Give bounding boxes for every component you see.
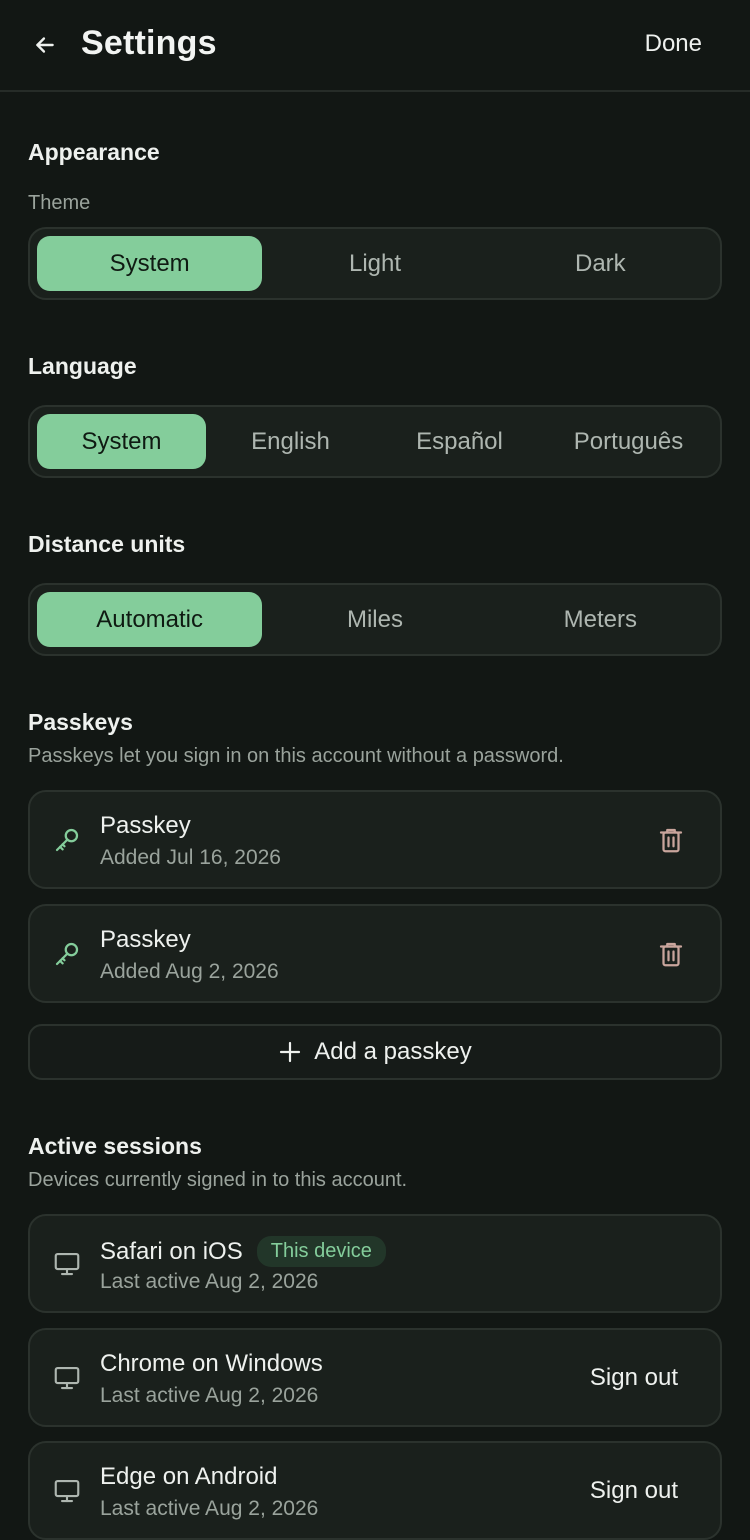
theme-option-system[interactable]: System [37,236,263,291]
sign-out-button[interactable]: Sign out [590,1477,678,1505]
session-last-active: Last active Aug 2, 2026 [100,1497,319,1520]
appearance-section-title: Appearance [28,139,160,165]
this-device-badge: This device [256,1236,386,1267]
distance-option-automatic[interactable]: Automatic [37,592,263,647]
key-icon [55,942,79,965]
language-option-system[interactable]: System [37,414,206,469]
session-device-name: Edge on Android [100,1463,278,1490]
language-option-english[interactable]: English [206,414,375,469]
passkeys-section-title: Passkeys [28,709,133,735]
monitor-icon [54,1366,80,1389]
distance-option-meters[interactable]: Meters [488,592,713,647]
theme-option-dark[interactable]: Dark [488,236,713,291]
add-passkey-button[interactable]: Add a passkey [28,1024,722,1080]
theme-option-light[interactable]: Light [262,236,487,291]
session-item: Safari on iOS This device Last active Aug… [28,1214,722,1313]
key-icon [55,828,79,851]
distance-option-miles[interactable]: Miles [262,592,487,647]
plus-icon [280,1041,301,1063]
passkey-added-date: Added Jul 16, 2026 [100,846,281,869]
session-device-name: Chrome on Windows [100,1350,323,1377]
language-selector: System English Español Português [28,405,722,478]
monitor-icon [54,1479,80,1502]
sessions-section-title: Active sessions [28,1133,202,1159]
done-button[interactable]: Done [645,30,702,58]
sessions-description: Devices currently signed in to this acco… [28,1169,408,1191]
passkey-item: Passkey Added Jul 16, 2026 [28,790,722,889]
passkeys-description: Passkeys let you sign in on this account… [28,745,564,767]
arrow-left-icon [36,37,54,53]
back-button[interactable] [28,26,62,64]
delete-passkey-button[interactable] [656,938,686,970]
session-device-name: Safari on iOS [100,1238,243,1265]
session-item: Edge on Android Last active Aug 2, 2026 … [28,1441,722,1540]
session-last-active: Last active Aug 2, 2026 [100,1384,319,1407]
theme-selector: System Light Dark [28,227,722,300]
session-device-row: Safari on iOS This device [100,1236,386,1267]
theme-label: Theme [28,192,91,214]
session-last-active: Last active Aug 2, 2026 [100,1270,319,1293]
trash-icon [659,828,683,852]
top-bar: Settings Done [0,0,750,92]
sign-out-button[interactable]: Sign out [590,1364,678,1392]
passkey-name: Passkey [100,812,191,839]
add-passkey-label: Add a passkey [314,1038,472,1065]
monitor-icon [54,1252,80,1275]
language-section-title: Language [28,353,137,379]
language-option-espanol[interactable]: Español [375,414,544,469]
page-title: Settings [81,24,217,62]
distance-units-selector: Automatic Miles Meters [28,583,722,656]
passkey-name: Passkey [100,926,191,953]
distance-section-title: Distance units [28,531,186,557]
language-option-portugues[interactable]: Português [544,414,713,469]
trash-icon [659,942,683,966]
session-item: Chrome on Windows Last active Aug 2, 202… [28,1328,722,1427]
passkey-added-date: Added Aug 2, 2026 [100,960,279,983]
delete-passkey-button[interactable] [656,824,686,856]
passkey-item: Passkey Added Aug 2, 2026 [28,904,722,1003]
